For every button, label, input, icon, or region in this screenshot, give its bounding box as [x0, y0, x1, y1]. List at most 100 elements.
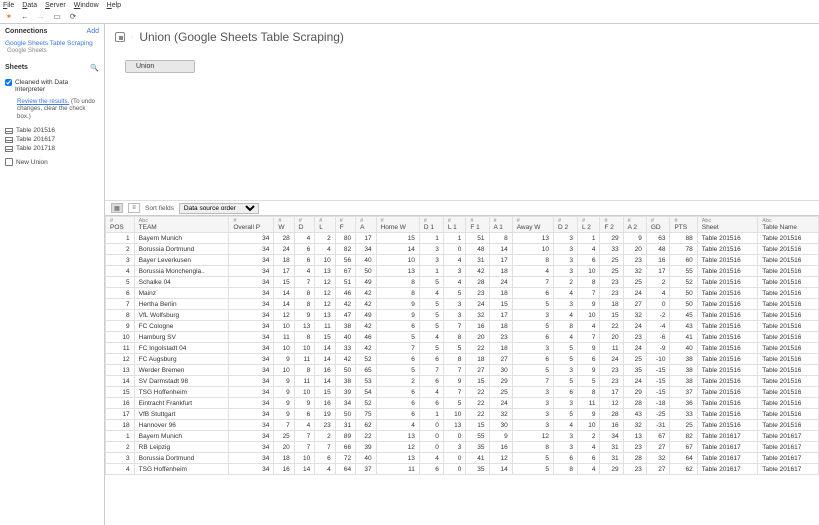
table-row[interactable]: 7Hertha Berlin34148124242953241553918270… — [106, 299, 819, 310]
menu-data[interactable]: Data — [22, 2, 37, 9]
column-header[interactable]: #GD — [646, 217, 670, 233]
column-header[interactable]: #D — [294, 217, 314, 233]
table-row[interactable]: 17VfB Stuttgart3496195075611022323592843… — [106, 409, 819, 420]
table-row[interactable]: 8VfL Wolfsburg34129134749953321734101532… — [106, 310, 819, 321]
schema-canvas[interactable]: Union — [105, 50, 819, 200]
column-header[interactable]: #L 1 — [443, 217, 465, 233]
sheet-table-item[interactable]: Table 201617 — [5, 135, 99, 144]
column-header[interactable]: #F 2 — [600, 217, 623, 233]
forward-button[interactable]: → — [36, 12, 46, 22]
table-cell: Table 201516 — [697, 244, 758, 255]
search-sheets-icon[interactable]: 🔍 — [90, 64, 99, 72]
table-cell: 31 — [600, 442, 623, 453]
table-row[interactable]: 2RB Leipzig34207766391203351683431232767… — [106, 442, 819, 453]
table-cell: 2 — [106, 442, 135, 453]
table-row[interactable]: 5Schalke 043415712514985428247282325252T… — [106, 277, 819, 288]
menu-file[interactable]: File — [3, 2, 14, 9]
table-cell: 16 — [646, 255, 670, 266]
union-pill[interactable]: Union — [125, 60, 195, 73]
sheet-table-item[interactable]: Table 201718 — [5, 144, 99, 153]
table-cell: 89 — [335, 431, 355, 442]
table-row[interactable]: 15TSG Hoffenheim349101539546472225368172… — [106, 387, 819, 398]
table-cell: 33 — [670, 409, 697, 420]
save-button[interactable]: ▭ — [52, 12, 62, 22]
table-row[interactable]: 13Werder Bremen3410816506557727305392335… — [106, 365, 819, 376]
column-header[interactable]: #D 2 — [553, 217, 577, 233]
sheet-table-item[interactable]: Table 201516 — [5, 126, 99, 135]
column-header[interactable]: #A 2 — [623, 217, 646, 233]
table-cell: 28 — [623, 398, 646, 409]
table-row[interactable]: 2Borussia Dortmund3424648234143048141034… — [106, 244, 819, 255]
column-header[interactable]: #Away W — [512, 217, 553, 233]
column-header[interactable]: #POS — [106, 217, 135, 233]
table-row[interactable]: 10Hamburg SV3411815404654820236472023-64… — [106, 332, 819, 343]
table-cell: 41 — [670, 332, 697, 343]
column-header[interactable]: #A — [356, 217, 376, 233]
table-row[interactable]: 14SV Darmstadt 9834911143853269152975523… — [106, 376, 819, 387]
grid-view-button[interactable]: ▦ — [111, 203, 123, 213]
table-cell: 24 — [623, 321, 646, 332]
table-cell: 34 — [229, 288, 274, 299]
sort-fields-select[interactable]: Data source order — [179, 203, 259, 214]
add-connection-button[interactable]: Add — [87, 28, 99, 35]
connection-item[interactable]: Google Sheets Table Scraping Google Shee… — [5, 39, 99, 56]
table-row[interactable]: 3Bayer Leverkusen34186105640103431178362… — [106, 255, 819, 266]
table-cell: 15 — [315, 332, 335, 343]
column-header[interactable]: AbcTEAM — [134, 217, 229, 233]
table-row[interactable]: 18Hannover 9634742331624013153034101632-… — [106, 420, 819, 431]
data-grid[interactable]: #POSAbcTEAM#Overall P#W#D#L#F#A#Home W#D… — [105, 216, 819, 525]
column-header[interactable]: #D 1 — [419, 217, 443, 233]
table-cell: 2 — [315, 431, 335, 442]
table-cell: 3 — [512, 387, 553, 398]
table-row[interactable]: 1Bayern Munich34257289221300559123234136… — [106, 431, 819, 442]
table-cell: 8 — [578, 277, 600, 288]
table-cell: Table 201516 — [758, 398, 819, 409]
table-cell: 1 — [578, 233, 600, 244]
table-row[interactable]: 1Bayern Munich34284280171511518133129963… — [106, 233, 819, 244]
table-cell: 3 — [553, 266, 577, 277]
menu-help[interactable]: Help — [107, 2, 121, 9]
table-cell: 23 — [623, 255, 646, 266]
table-cell: 4 — [443, 277, 465, 288]
column-header[interactable]: #L 2 — [578, 217, 600, 233]
column-header[interactable]: AbcTable Name — [758, 217, 819, 233]
menu-window[interactable]: Window — [74, 2, 99, 9]
table-row[interactable]: 4Borussia Monchengla..341741367501313421… — [106, 266, 819, 277]
table-cell: -10 — [646, 354, 670, 365]
menu-server[interactable]: Server — [45, 2, 66, 9]
column-header[interactable]: #F 1 — [466, 217, 489, 233]
table-cell: 23 — [623, 442, 646, 453]
table-cell: 7 — [512, 277, 553, 288]
review-results-link[interactable]: Review the results. — [17, 98, 69, 105]
table-cell: 13 — [376, 453, 419, 464]
list-view-button[interactable]: ≡ — [128, 203, 140, 213]
table-cell: 6 — [376, 387, 419, 398]
table-cell: 40 — [356, 453, 376, 464]
column-header[interactable]: #A 1 — [489, 217, 512, 233]
table-cell: Table 201516 — [758, 233, 819, 244]
new-union-item[interactable]: New Union — [5, 157, 99, 167]
column-header[interactable]: #PTS — [670, 217, 697, 233]
table-row[interactable]: 12FC Augsburg3491114425266818276562425-1… — [106, 354, 819, 365]
refresh-button[interactable]: ⟳ — [68, 12, 78, 22]
table-cell: -6 — [646, 332, 670, 343]
table-row[interactable]: 3Borussia Dortmund3418106724013404112566… — [106, 453, 819, 464]
column-header[interactable]: #Overall P — [229, 217, 274, 233]
table-row[interactable]: 6Mainz3414812464284523186472324450Table … — [106, 288, 819, 299]
column-header[interactable]: AbcSheet — [697, 217, 758, 233]
table-row[interactable]: 16Eintracht Frankfurt3499163452665222433… — [106, 398, 819, 409]
column-header[interactable]: #F — [335, 217, 355, 233]
table-cell: 67 — [670, 442, 697, 453]
data-interpreter-checkbox[interactable] — [5, 79, 12, 86]
table-row[interactable]: 11FC Ingolstadt 043410101433427552218359… — [106, 343, 819, 354]
table-row[interactable]: 9FC Cologne34101311384265716185842224-44… — [106, 321, 819, 332]
table-row[interactable]: 4TSG Hoffenheim3416144643711603514584292… — [106, 464, 819, 475]
table-cell: Table 201516 — [758, 266, 819, 277]
back-button[interactable]: ← — [20, 12, 30, 22]
table-cell: 11 — [376, 464, 419, 475]
table-cell: 82 — [335, 244, 355, 255]
column-header[interactable]: #Home W — [376, 217, 419, 233]
table-cell: 8 — [512, 255, 553, 266]
column-header[interactable]: #W — [274, 217, 294, 233]
column-header[interactable]: #L — [315, 217, 335, 233]
